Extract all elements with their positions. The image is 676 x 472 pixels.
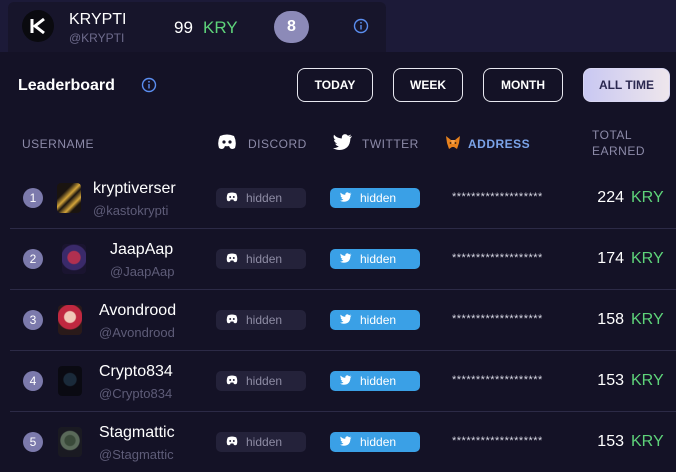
column-header-address[interactable]: ADDRESS bbox=[468, 137, 530, 151]
earned-currency: KRY bbox=[631, 372, 664, 389]
user-handle: @Crypto834 bbox=[99, 386, 173, 401]
discord-status-pill: hidden bbox=[216, 432, 306, 452]
earned-value: 153 bbox=[597, 433, 624, 450]
discord-icon bbox=[226, 374, 238, 388]
profile-name: KRYPTI bbox=[69, 11, 127, 28]
avatar[interactable] bbox=[62, 244, 86, 274]
twitter-status-text: hidden bbox=[360, 374, 397, 388]
earned-value: 174 bbox=[597, 250, 624, 267]
wallet-address: ******************* bbox=[452, 435, 543, 447]
twitter-status-pill: hidden bbox=[330, 310, 420, 330]
rank-badge: 4 bbox=[23, 371, 43, 391]
discord-status-pill: hidden bbox=[216, 371, 306, 391]
avatar[interactable] bbox=[58, 305, 82, 335]
avatar[interactable] bbox=[58, 427, 82, 457]
discord-status-pill: hidden bbox=[216, 188, 306, 208]
twitter-icon bbox=[340, 252, 352, 266]
leaderboard-row[interactable]: 3 Avondrood @Avondrood hidden hidden ********… bbox=[10, 290, 676, 351]
filter-today-button[interactable]: TODAY bbox=[297, 68, 373, 102]
username[interactable]: kryptiverser bbox=[93, 180, 176, 198]
twitter-status-pill: hidden bbox=[330, 249, 420, 269]
leaderboard-info-icon[interactable] bbox=[141, 77, 157, 98]
twitter-icon bbox=[340, 313, 352, 327]
earned-value: 158 bbox=[597, 311, 624, 328]
twitter-status-pill: hidden bbox=[330, 188, 420, 208]
earned-currency: KRY bbox=[631, 189, 664, 206]
info-icon[interactable] bbox=[353, 18, 369, 39]
rank-badge: 5 bbox=[23, 432, 43, 452]
profile-card[interactable]: KRYPTI @KRYPTI 99 KRY 8 bbox=[8, 2, 386, 52]
leaderboard-title: Leaderboard bbox=[18, 77, 115, 94]
discord-status-text: hidden bbox=[246, 191, 283, 205]
avatar[interactable] bbox=[57, 183, 81, 213]
leaderboard-row[interactable]: 5 Stagmattic @Stagmattic hidden hidden ******… bbox=[10, 412, 676, 472]
earned-value: 153 bbox=[597, 372, 624, 389]
username[interactable]: Crypto834 bbox=[99, 363, 173, 381]
earned-currency: KRY bbox=[631, 250, 664, 267]
twitter-status-text: hidden bbox=[360, 435, 397, 449]
filter-month-button[interactable]: MONTH bbox=[483, 68, 563, 102]
column-header-username[interactable]: USERNAME bbox=[22, 137, 94, 151]
metamask-fox-icon bbox=[445, 136, 461, 155]
discord-icon bbox=[217, 134, 237, 155]
discord-icon bbox=[226, 435, 238, 449]
column-header-total-earned-line1[interactable]: TOTAL bbox=[592, 128, 632, 142]
user-handle: @kastokrypti bbox=[93, 203, 169, 218]
earned-value: 224 bbox=[597, 189, 624, 206]
leaderboard-row[interactable]: 4 Crypto834 @Crypto834 hidden hidden ********… bbox=[10, 351, 676, 412]
leaderboard-row[interactable]: 1 kryptiverser @kastokrypti hidden hidden ***… bbox=[10, 168, 676, 229]
balance-currency: KRY bbox=[203, 18, 238, 37]
wallet-address: ******************* bbox=[452, 313, 543, 325]
rank-badge: 3 bbox=[23, 310, 43, 330]
wallet-address: ******************* bbox=[452, 191, 543, 203]
twitter-status-pill: hidden bbox=[330, 371, 420, 391]
discord-status-text: hidden bbox=[246, 313, 283, 327]
rank-badge: 2 bbox=[23, 249, 43, 269]
rank-badge: 1 bbox=[23, 188, 43, 208]
column-header-total-earned-line2[interactable]: EARNED bbox=[592, 144, 645, 158]
twitter-status-text: hidden bbox=[360, 252, 397, 266]
column-header-discord[interactable]: DISCORD bbox=[248, 137, 307, 151]
twitter-icon bbox=[340, 191, 352, 205]
discord-icon bbox=[226, 252, 238, 266]
twitter-status-text: hidden bbox=[360, 313, 397, 327]
username[interactable]: Stagmattic bbox=[99, 424, 175, 442]
twitter-icon bbox=[340, 374, 352, 388]
discord-status-text: hidden bbox=[246, 435, 283, 449]
krypti-logo-icon bbox=[22, 10, 54, 42]
filter-all-time-button[interactable]: ALL TIME bbox=[583, 68, 670, 102]
column-header-twitter[interactable]: TWITTER bbox=[362, 137, 419, 151]
earned-currency: KRY bbox=[631, 311, 664, 328]
username[interactable]: JaapAap bbox=[110, 241, 173, 259]
user-handle: @JaapAap bbox=[110, 264, 175, 279]
leaderboard-row[interactable]: 2 JaapAap @JaapAap hidden hidden ************… bbox=[10, 229, 676, 290]
user-handle: @Avondrood bbox=[99, 325, 175, 340]
wallet-address: ******************* bbox=[452, 374, 543, 386]
wallet-address: ******************* bbox=[452, 252, 543, 264]
avatar[interactable] bbox=[58, 366, 82, 396]
earned-currency: KRY bbox=[631, 433, 664, 450]
balance-value: 99 bbox=[174, 18, 193, 37]
discord-icon bbox=[226, 313, 238, 327]
discord-status-text: hidden bbox=[246, 374, 283, 388]
discord-status-pill: hidden bbox=[216, 249, 306, 269]
discord-icon bbox=[226, 191, 238, 205]
discord-status-text: hidden bbox=[246, 252, 283, 266]
profile-handle: @KRYPTI bbox=[69, 31, 125, 45]
twitter-status-pill: hidden bbox=[330, 432, 420, 452]
filter-week-button[interactable]: WEEK bbox=[393, 68, 463, 102]
twitter-icon bbox=[340, 435, 352, 449]
discord-status-pill: hidden bbox=[216, 310, 306, 330]
user-handle: @Stagmattic bbox=[99, 447, 174, 462]
username[interactable]: Avondrood bbox=[99, 302, 176, 320]
twitter-status-text: hidden bbox=[360, 191, 397, 205]
twitter-icon bbox=[333, 134, 353, 155]
level-badge[interactable]: 8 bbox=[274, 11, 309, 43]
